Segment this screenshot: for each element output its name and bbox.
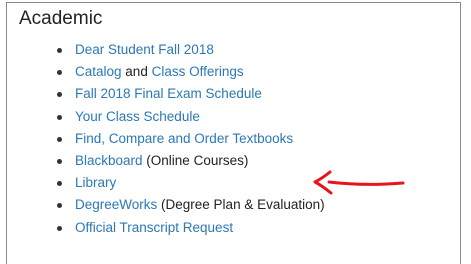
list-item: Official Transcript Request (57, 217, 325, 239)
bullet-icon (57, 203, 62, 209)
link-catalog[interactable]: Catalog (75, 64, 122, 79)
degreeworks-note: (Degree Plan & Evaluation) (157, 197, 325, 213)
list-item: Your Class Schedule (57, 106, 325, 128)
section-heading: Academic (19, 8, 103, 29)
bullet-icon (57, 114, 62, 120)
bullet-icon (57, 48, 62, 53)
bullet-icon (57, 225, 62, 231)
link-degreeworks[interactable]: DegreeWorks (75, 197, 157, 212)
bullet-icon (57, 181, 62, 187)
bullet-icon (57, 158, 62, 164)
list-item: Fall 2018 Final Exam Schedule (57, 83, 325, 105)
connector-text: and (121, 64, 152, 80)
list-item: DegreeWorks (Degree Plan & Evaluation) (57, 194, 325, 216)
link-dear-student[interactable]: Dear Student Fall 2018 (75, 42, 214, 57)
link-textbooks[interactable]: Find, Compare and Order Textbooks (75, 131, 293, 146)
blackboard-note: (Online Courses) (142, 152, 249, 168)
bullet-icon (57, 136, 62, 142)
academic-links-list: Dear Student Fall 2018 Catalog and Class… (57, 39, 325, 239)
red-arrow-icon (313, 170, 405, 195)
link-class-schedule[interactable]: Your Class Schedule (75, 109, 200, 124)
link-library[interactable]: Library (75, 175, 116, 190)
bullet-icon (57, 70, 62, 76)
list-item: Blackboard (Online Courses) (57, 150, 325, 172)
link-transcript-request[interactable]: Official Transcript Request (75, 220, 233, 235)
link-class-offerings[interactable]: Class Offerings (152, 64, 244, 79)
list-item: Catalog and Class Offerings (57, 61, 325, 83)
academic-panel: Academic Dear Student Fall 2018 Catalog … (6, 2, 461, 264)
link-blackboard[interactable]: Blackboard (75, 153, 143, 168)
list-item: Dear Student Fall 2018 (57, 39, 325, 61)
bullet-icon (57, 92, 62, 98)
list-item: Library (57, 172, 325, 194)
link-final-exam-schedule[interactable]: Fall 2018 Final Exam Schedule (75, 86, 262, 101)
list-item: Find, Compare and Order Textbooks (57, 128, 325, 150)
